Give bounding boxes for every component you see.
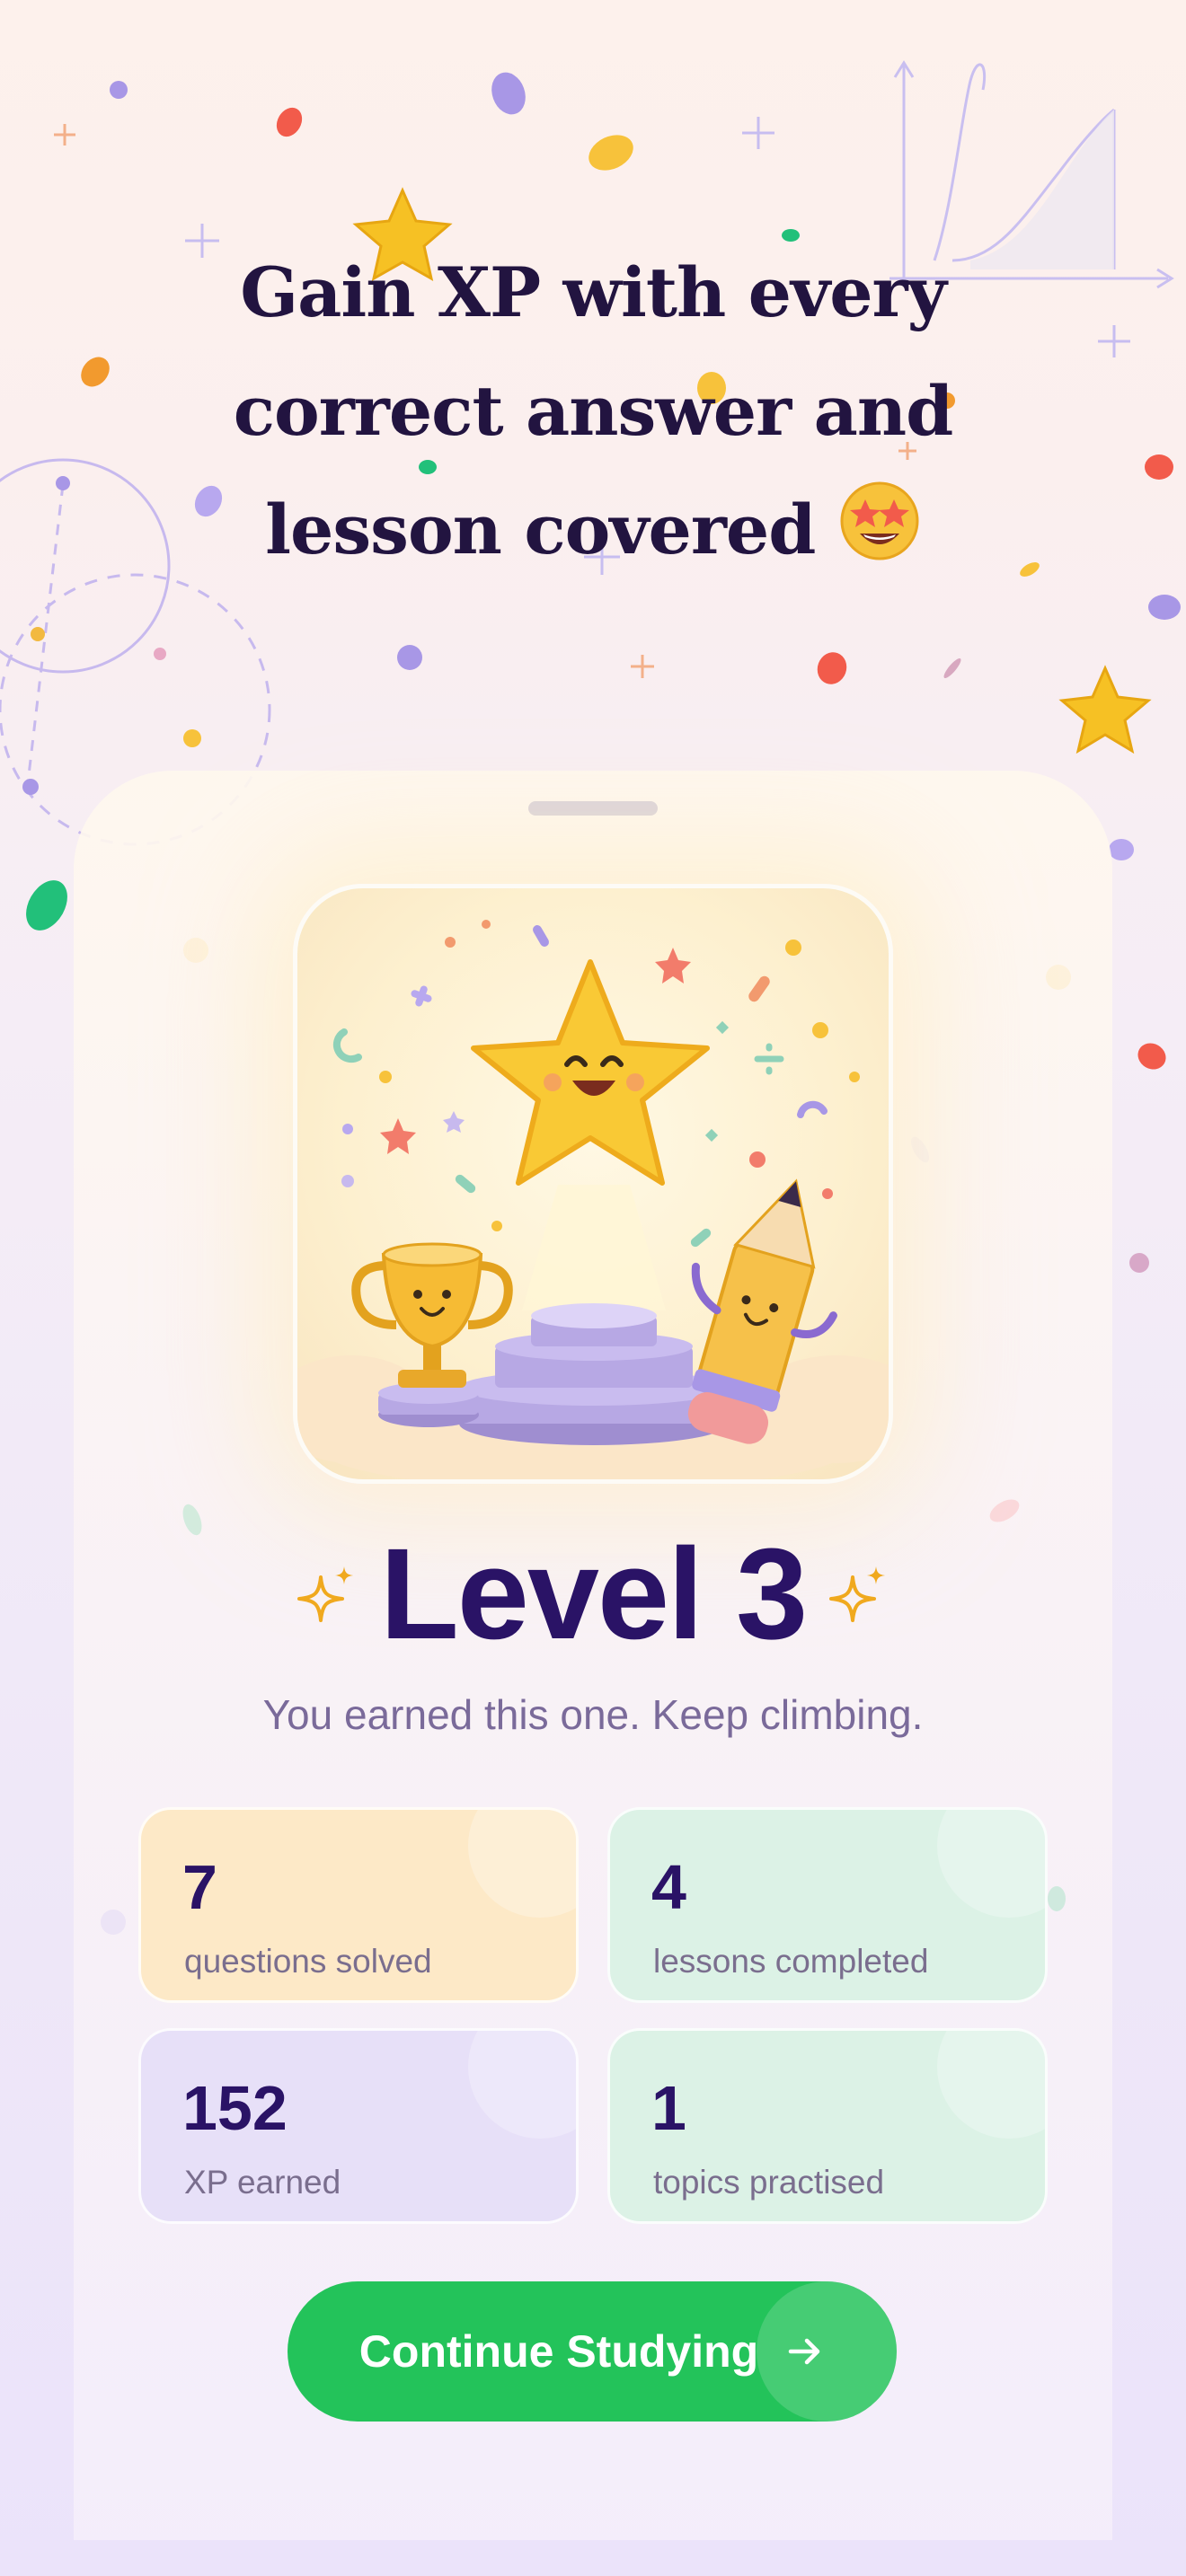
level-title: Level 3 bbox=[379, 1522, 808, 1666]
level-row: Level 3 bbox=[0, 1518, 1186, 1671]
stat-card-questions-solved: 7 questions solved bbox=[138, 1807, 579, 2003]
arrow-right-icon bbox=[788, 2338, 820, 2365]
continue-studying-button[interactable]: Continue Studying bbox=[288, 2281, 897, 2422]
stat-card-xp-earned: 152 XP earned bbox=[138, 2028, 579, 2224]
stat-value: 1 bbox=[651, 2073, 686, 2143]
celebration-illustration-icon bbox=[293, 884, 893, 1484]
stat-card-topics-practised: 1 topics practised bbox=[607, 2028, 1048, 2224]
headline: Gain XP with every correct answer and le… bbox=[144, 234, 1042, 598]
headline-line-3: lesson covered bbox=[144, 471, 1042, 598]
level-subtitle: You earned this one. Keep climbing. bbox=[262, 1691, 924, 1738]
stat-value: 152 bbox=[182, 2073, 288, 2143]
sheet-drag-handle[interactable] bbox=[528, 801, 658, 816]
stat-label: topics practised bbox=[653, 2164, 885, 2201]
headline-line-2: correct answer and bbox=[233, 371, 953, 451]
headline-line-1: Gain XP with every bbox=[240, 252, 947, 332]
sparkle-icon bbox=[296, 1566, 353, 1622]
stat-value: 7 bbox=[182, 1852, 217, 1922]
continue-studying-label: Continue Studying bbox=[358, 2326, 759, 2377]
headline-line-3-text: lesson covered bbox=[265, 490, 816, 569]
star-struck-emoji-icon bbox=[838, 480, 921, 598]
star-mascot-icon bbox=[471, 959, 710, 1186]
sparkle-icon bbox=[829, 1566, 886, 1622]
stat-label: XP earned bbox=[184, 2164, 341, 2201]
stat-card-lessons-completed: 4 lessons completed bbox=[607, 1807, 1048, 2003]
stat-label: questions solved bbox=[184, 1943, 432, 1980]
stat-value: 4 bbox=[651, 1852, 686, 1922]
stat-label: lessons completed bbox=[653, 1943, 929, 1980]
